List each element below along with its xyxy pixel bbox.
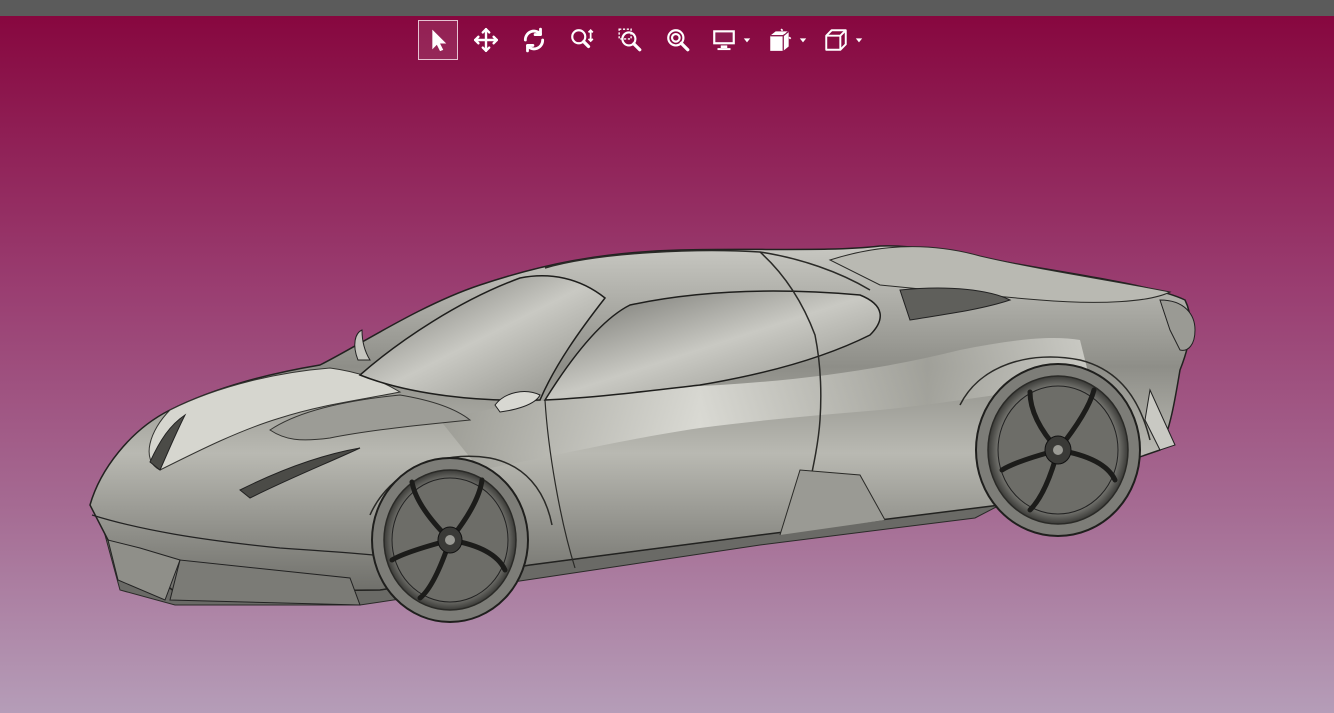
view-orientation-button[interactable]	[818, 20, 854, 60]
zoom-window-icon	[618, 28, 642, 52]
display-mode-dropdown[interactable]	[706, 20, 752, 60]
section-plane-icon	[770, 28, 792, 51]
select-tool-button[interactable]	[418, 20, 458, 60]
zoom-updown-icon	[571, 29, 594, 49]
view-orientation-dropdown[interactable]	[818, 20, 864, 60]
rotate-icon	[523, 27, 545, 53]
cube-view-icon	[825, 29, 847, 51]
3d-viewport[interactable]	[0, 16, 1334, 713]
zoom-tool-button[interactable]	[562, 20, 602, 60]
chevron-down-icon[interactable]	[854, 35, 864, 45]
rear-wheel	[975, 363, 1141, 537]
section-view-dropdown[interactable]	[762, 20, 808, 60]
pan-tool-button[interactable]	[466, 20, 506, 60]
section-view-button[interactable]	[762, 20, 798, 60]
car-model[interactable]	[0, 16, 1334, 713]
zoom-fit-button[interactable]	[658, 20, 698, 60]
chevron-down-icon[interactable]	[798, 35, 808, 45]
monitor-icon	[713, 30, 735, 51]
display-mode-button[interactable]	[706, 20, 742, 60]
move-arrows-icon	[473, 27, 499, 53]
zoom-window-button[interactable]	[610, 20, 650, 60]
window-top-bar	[0, 0, 1334, 16]
cursor-arrow-icon	[432, 29, 447, 52]
chevron-down-icon[interactable]	[742, 35, 752, 45]
view-toolbar	[418, 19, 874, 61]
zoom-fit-icon	[667, 29, 690, 52]
front-wheel	[371, 457, 529, 623]
rotate-tool-button[interactable]	[514, 20, 554, 60]
